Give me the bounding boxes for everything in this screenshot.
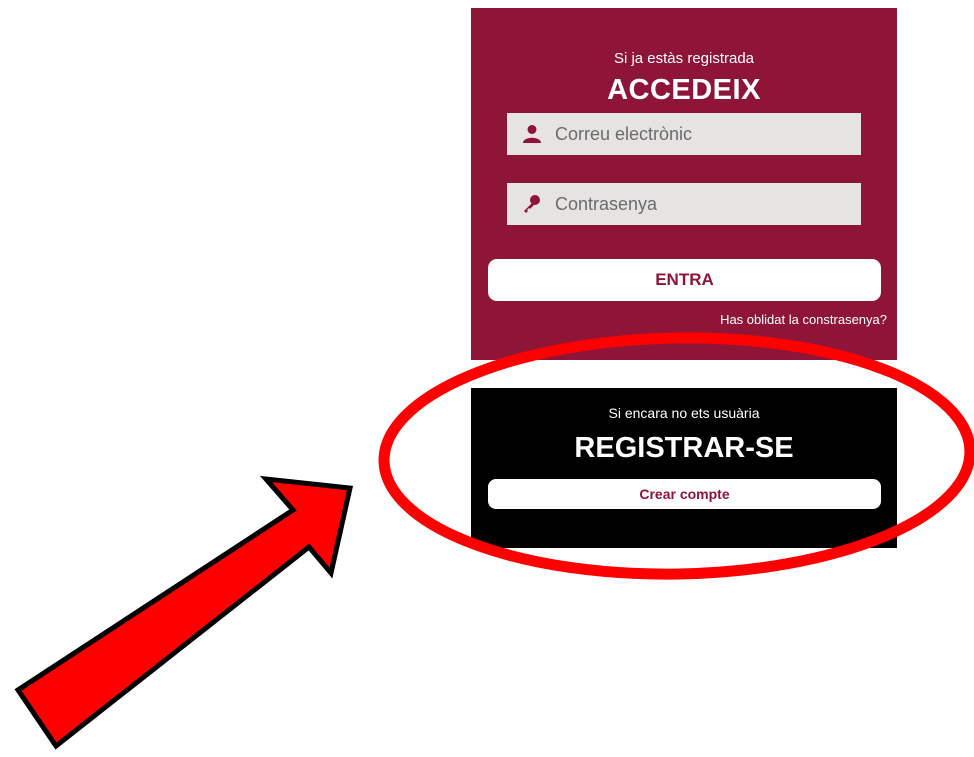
user-icon (517, 113, 547, 155)
password-placeholder: Contrasenya (555, 193, 658, 214)
password-field[interactable]: Contrasenya (507, 183, 861, 225)
key-icon (517, 183, 547, 225)
create-account-button[interactable]: Crear compte (488, 479, 881, 509)
login-subtitle: Si ja estàs registrada (613, 50, 755, 67)
forgot-password-link[interactable]: Has oblidat la constrasenya? (720, 312, 887, 327)
login-title: ACCEDEIX (607, 74, 761, 106)
email-field[interactable]: Correu electrònic (507, 113, 861, 155)
register-subtitle: Si encara no ets usuària (608, 405, 760, 421)
pointer-arrow-icon (14, 475, 354, 750)
login-button[interactable]: ENTRA (488, 259, 881, 301)
page: Si ja estàs registrada ACCEDEIX Correu e… (0, 0, 974, 757)
register-title: REGISTRAR-SE (574, 432, 794, 464)
login-panel: Si ja estàs registrada ACCEDEIX Correu e… (471, 8, 897, 360)
email-placeholder: Correu electrònic (555, 123, 693, 144)
register-panel: Si encara no ets usuària REGISTRAR-SE Cr… (471, 388, 897, 548)
